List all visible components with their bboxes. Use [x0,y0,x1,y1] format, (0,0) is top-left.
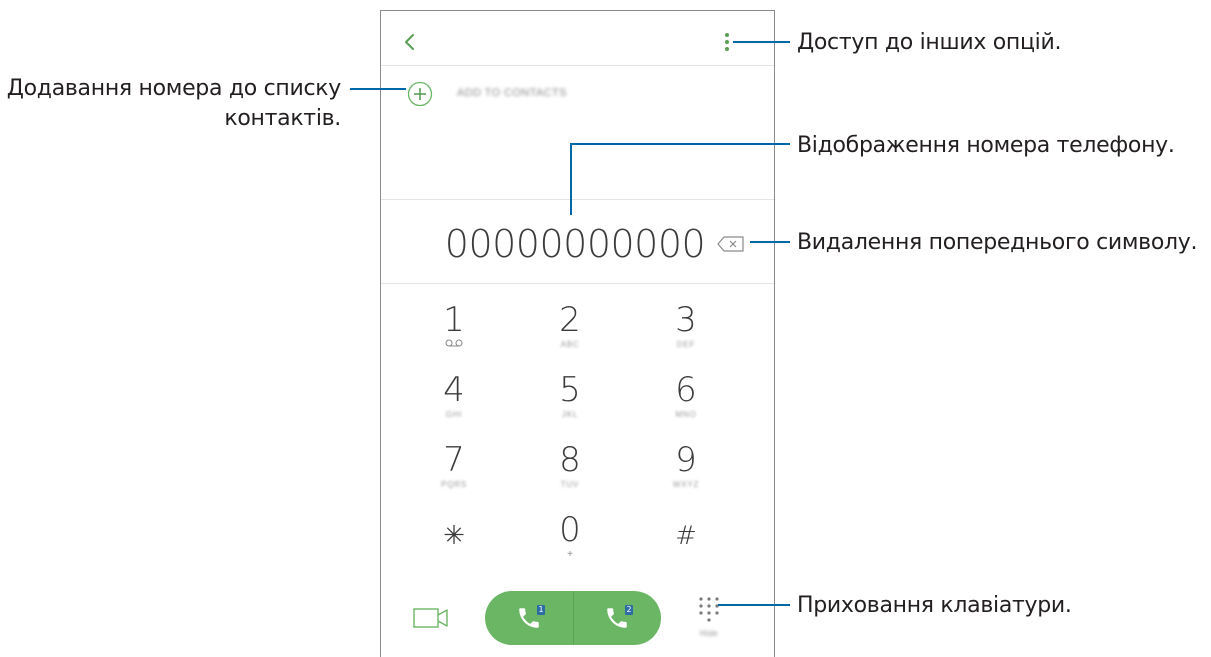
call-sim2-button[interactable]: 2 [573,591,661,645]
key-4[interactable]: 4 GHI [399,371,509,433]
key-0-plus: + [567,549,573,560]
key-7-digit: 7 [443,440,465,480]
callout-line-backspace [750,241,790,243]
key-5-digit: 5 [559,370,581,410]
number-area-divider [381,199,774,200]
key-7[interactable]: 7 PQRS [399,441,509,503]
key-1-digit: 1 [443,300,465,340]
voicemail-icon [399,339,509,351]
annotation-add-to-contacts: Додавання номера до списку контактів. [0,74,342,134]
call-buttons: 1 2 [485,591,661,645]
key-hash[interactable]: # [631,517,741,579]
key-5[interactable]: 5 JKL [515,371,625,433]
key-4-letters: GHI [445,410,463,419]
key-2[interactable]: 2 ABC [515,301,625,363]
back-button[interactable] [395,27,425,57]
key-3[interactable]: 3 DEF [631,301,741,363]
header-divider [381,65,774,66]
hide-keypad-label: Hide [699,629,719,638]
key-4-digit: 4 [443,370,465,410]
hide-keypad-button[interactable]: Hide [689,591,729,651]
add-to-contacts-button[interactable] [405,79,435,109]
sim1-badge: 1 [537,605,545,615]
key-0[interactable]: 0 + [515,511,625,573]
plus-circle-icon [407,81,433,107]
phone-dialer-screen: ADD TO CONTACTS 00000000000 1 2 ABC 3 DE… [380,10,775,657]
key-1[interactable]: 1 [399,301,509,363]
key-9-digit: 9 [675,440,697,480]
annotation-delete-previous: Видалення попереднього символу. [797,230,1198,255]
key-hash-digit: # [675,521,697,551]
key-9-letters: WXYZ [672,480,700,489]
key-star-digit: ✳ [443,521,465,551]
key-5-letters: JKL [561,410,579,419]
key-3-letters: DEF [676,340,696,349]
key-7-letters: PQRS [441,480,467,489]
video-call-icon [413,608,448,628]
chevron-left-icon [405,34,414,50]
callout-line-number-horizontal [570,143,790,145]
backspace-button[interactable] [713,231,749,257]
sim2-badge: 2 [625,605,633,615]
key-2-letters: ABC [560,340,580,349]
annotation-add-to-contacts-line1: Додавання номера до списку [6,76,342,101]
key-8-digit: 8 [559,440,581,480]
annotation-more-options: Доступ до інших опцій. [797,30,1062,55]
key-8[interactable]: 8 TUV [515,441,625,503]
key-8-letters: TUV [560,480,580,489]
key-6-digit: 6 [675,370,697,410]
key-6-letters: MNO [675,410,697,419]
video-call-button[interactable] [409,603,453,633]
add-to-contacts-label[interactable]: ADD TO CONTACTS [457,87,567,99]
more-vertical-icon [725,33,729,51]
keypad-grid-icon [699,597,719,622]
keypad-divider [381,283,774,284]
key-2-digit: 2 [559,300,581,340]
backspace-icon [717,236,744,252]
key-6[interactable]: 6 MNO [631,371,741,433]
key-0-digit: 0 [559,510,581,550]
annotation-hide-keypad: Приховання клавіатури. [797,593,1072,618]
key-9[interactable]: 9 WXYZ [631,441,741,503]
callout-line-add-to-contacts [350,88,406,90]
annotation-phone-number-display: Відображення номера телефону. [797,133,1175,158]
callout-line-number-vertical [570,143,572,215]
call-sim1-button[interactable]: 1 [485,591,573,645]
annotation-add-to-contacts-line2: контактів. [224,106,341,131]
key-3-digit: 3 [675,300,697,340]
callout-line-more-options [733,41,790,43]
callout-line-hide-keypad [718,604,790,606]
key-star[interactable]: ✳ [399,517,509,579]
phone-number-display: 00000000000 [444,222,706,266]
